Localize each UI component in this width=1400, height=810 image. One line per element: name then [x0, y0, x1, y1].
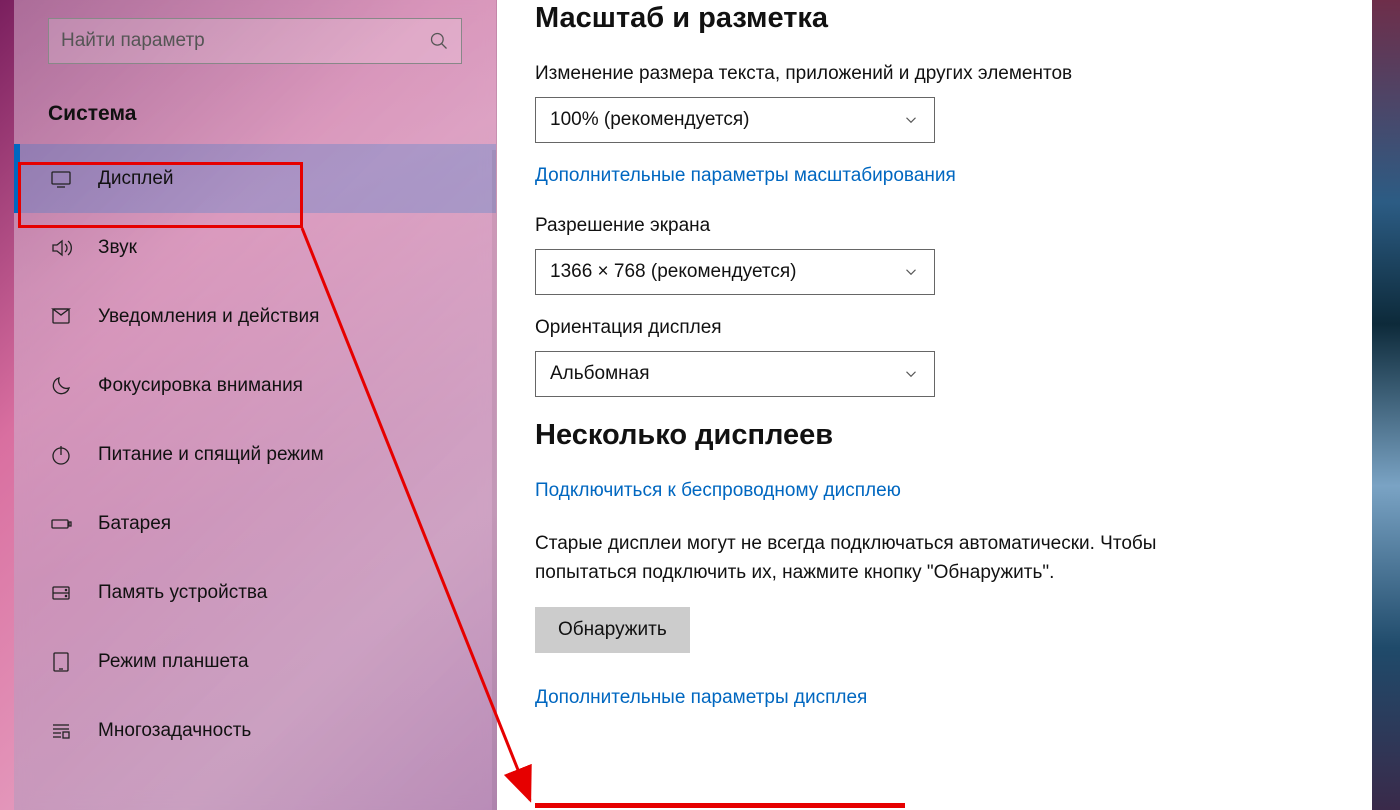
chevron-down-icon: [902, 365, 920, 383]
chevron-down-icon: [902, 111, 920, 129]
advanced-display-link[interactable]: Дополнительные параметры дисплея: [535, 687, 867, 709]
sidebar-item-label: Фокусировка внимания: [98, 375, 303, 397]
search-icon: [429, 31, 449, 51]
scale-heading: Масштаб и разметка: [535, 2, 1372, 35]
sidebar-item-label: Звук: [98, 237, 137, 259]
sidebar-item-storage[interactable]: Память устройства: [14, 558, 496, 627]
sidebar-item-label: Память устройства: [98, 582, 267, 604]
sidebar-category: Система: [14, 64, 496, 144]
search-input[interactable]: [61, 30, 429, 52]
sidebar-item-label: Питание и спящий режим: [98, 444, 324, 466]
sidebar-item-display[interactable]: Дисплей: [14, 144, 496, 213]
sidebar-item-label: Режим планшета: [98, 651, 249, 673]
sidebar-item-tablet[interactable]: Режим планшета: [14, 627, 496, 696]
orientation-label: Ориентация дисплея: [535, 317, 1372, 339]
wireless-display-link[interactable]: Подключиться к беспроводному дисплею: [535, 480, 901, 502]
advanced-scaling-link[interactable]: Дополнительные параметры масштабирования: [535, 165, 956, 187]
main-content: Масштаб и разметка Изменение размера тек…: [497, 0, 1372, 810]
search-box[interactable]: [48, 18, 462, 64]
resolution-select[interactable]: 1366 × 768 (рекомендуется): [535, 249, 935, 295]
sidebar-item-label: Дисплей: [98, 168, 174, 190]
monitor-icon: [48, 167, 74, 191]
sidebar-item-focus[interactable]: Фокусировка внимания: [14, 351, 496, 420]
old-displays-text: Старые дисплеи могут не всегда подключат…: [535, 530, 1215, 587]
sidebar-item-label: Батарея: [98, 513, 171, 535]
moon-icon: [48, 374, 74, 398]
sidebar: Система Дисплей Звук Уведомления и дейст…: [14, 0, 497, 810]
sidebar-scrollbar[interactable]: [492, 150, 496, 810]
settings-window: Система Дисплей Звук Уведомления и дейст…: [14, 0, 1372, 810]
speaker-icon: [48, 236, 74, 260]
sidebar-item-label: Уведомления и действия: [98, 306, 319, 328]
resolution-value: 1366 × 768 (рекомендуется): [550, 261, 797, 283]
wallpaper-edge: [1372, 0, 1400, 810]
sidebar-item-label: Многозадачность: [98, 720, 251, 742]
orientation-value: Альбомная: [550, 363, 650, 385]
notifications-icon: [48, 305, 74, 329]
tablet-icon: [48, 650, 74, 674]
sidebar-item-power[interactable]: Питание и спящий режим: [14, 420, 496, 489]
storage-icon: [48, 581, 74, 605]
scale-size-select[interactable]: 100% (рекомендуется): [535, 97, 935, 143]
chevron-down-icon: [902, 263, 920, 281]
sidebar-item-multitasking[interactable]: Многозадачность: [14, 696, 496, 765]
sidebar-item-notifications[interactable]: Уведомления и действия: [14, 282, 496, 351]
orientation-select[interactable]: Альбомная: [535, 351, 935, 397]
annotation-underline: [535, 803, 905, 808]
detect-button[interactable]: Обнаружить: [535, 607, 690, 653]
scale-size-label: Изменение размера текста, приложений и д…: [535, 63, 1372, 85]
multi-heading: Несколько дисплеев: [535, 419, 1372, 452]
scale-size-value: 100% (рекомендуется): [550, 109, 749, 131]
multitask-icon: [48, 719, 74, 743]
resolution-label: Разрешение экрана: [535, 215, 1372, 237]
power-icon: [48, 443, 74, 467]
battery-icon: [48, 512, 74, 536]
sidebar-item-sound[interactable]: Звук: [14, 213, 496, 282]
sidebar-item-battery[interactable]: Батарея: [14, 489, 496, 558]
